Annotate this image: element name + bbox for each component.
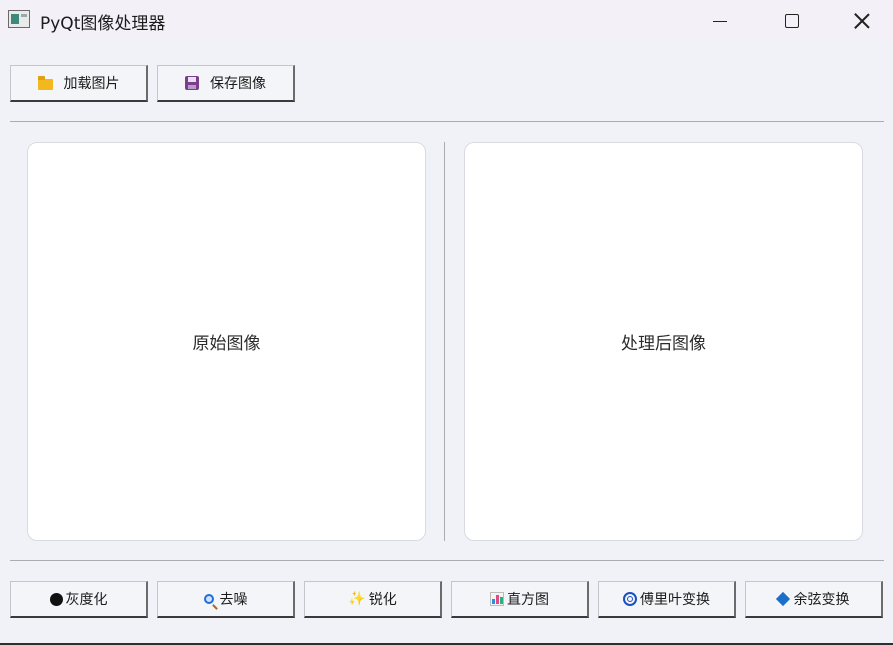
blue-diamond-icon xyxy=(775,591,790,607)
cosine-transform-button[interactable]: 余弦变换 xyxy=(745,581,883,618)
minimize-icon xyxy=(713,20,727,22)
grayscale-label: 灰度化 xyxy=(65,592,108,608)
cyclone-icon xyxy=(623,592,637,606)
window-title: PyQt图像处理器 xyxy=(40,14,166,34)
save-image-label: 保存图像 xyxy=(210,76,266,92)
grayscale-button[interactable]: 灰度化 xyxy=(10,581,148,618)
bar-chart-icon xyxy=(490,592,504,606)
histogram-label: 直方图 xyxy=(507,592,549,608)
processed-image-label: 处理后图像 xyxy=(621,334,706,354)
black-circle-icon xyxy=(49,592,63,606)
close-button[interactable] xyxy=(832,0,892,42)
panel-splitter[interactable] xyxy=(444,142,445,541)
histogram-button[interactable]: 直方图 xyxy=(451,581,589,618)
maximize-icon xyxy=(785,14,799,28)
sharpen-button[interactable]: ✨ 锐化 xyxy=(304,581,442,618)
load-image-label: 加载图片 xyxy=(63,76,120,92)
magnifier-icon xyxy=(203,594,214,604)
cosine-transform-label: 余弦变换 xyxy=(793,592,850,608)
maximize-button[interactable] xyxy=(762,0,822,42)
app-icon xyxy=(8,10,30,28)
folder-icon xyxy=(37,75,53,90)
denoise-label: 去噪 xyxy=(219,592,248,608)
bottom-divider xyxy=(10,560,884,561)
close-icon xyxy=(854,13,870,29)
processed-image-panel: 处理后图像 xyxy=(464,142,863,541)
floppy-disk-icon xyxy=(185,76,199,90)
sparkles-icon: ✨ xyxy=(348,591,366,607)
minimize-button[interactable] xyxy=(690,0,750,42)
sharpen-label: 锐化 xyxy=(368,592,397,608)
original-image-label: 原始图像 xyxy=(192,334,261,354)
title-bar[interactable]: PyQt图像处理器 xyxy=(0,0,893,42)
save-image-button[interactable]: 保存图像 xyxy=(157,65,295,102)
app-window: PyQt图像处理器 加载图片 保存图像 原始图像 处理后图像 灰度化 去噪 ✨ … xyxy=(0,0,893,645)
fourier-transform-label: 傅里叶变换 xyxy=(640,592,710,608)
denoise-button[interactable]: 去噪 xyxy=(157,581,295,618)
load-image-button[interactable]: 加载图片 xyxy=(10,65,148,102)
original-image-panel: 原始图像 xyxy=(27,142,426,541)
fourier-transform-button[interactable]: 傅里叶变换 xyxy=(598,581,736,618)
top-divider xyxy=(10,121,884,122)
